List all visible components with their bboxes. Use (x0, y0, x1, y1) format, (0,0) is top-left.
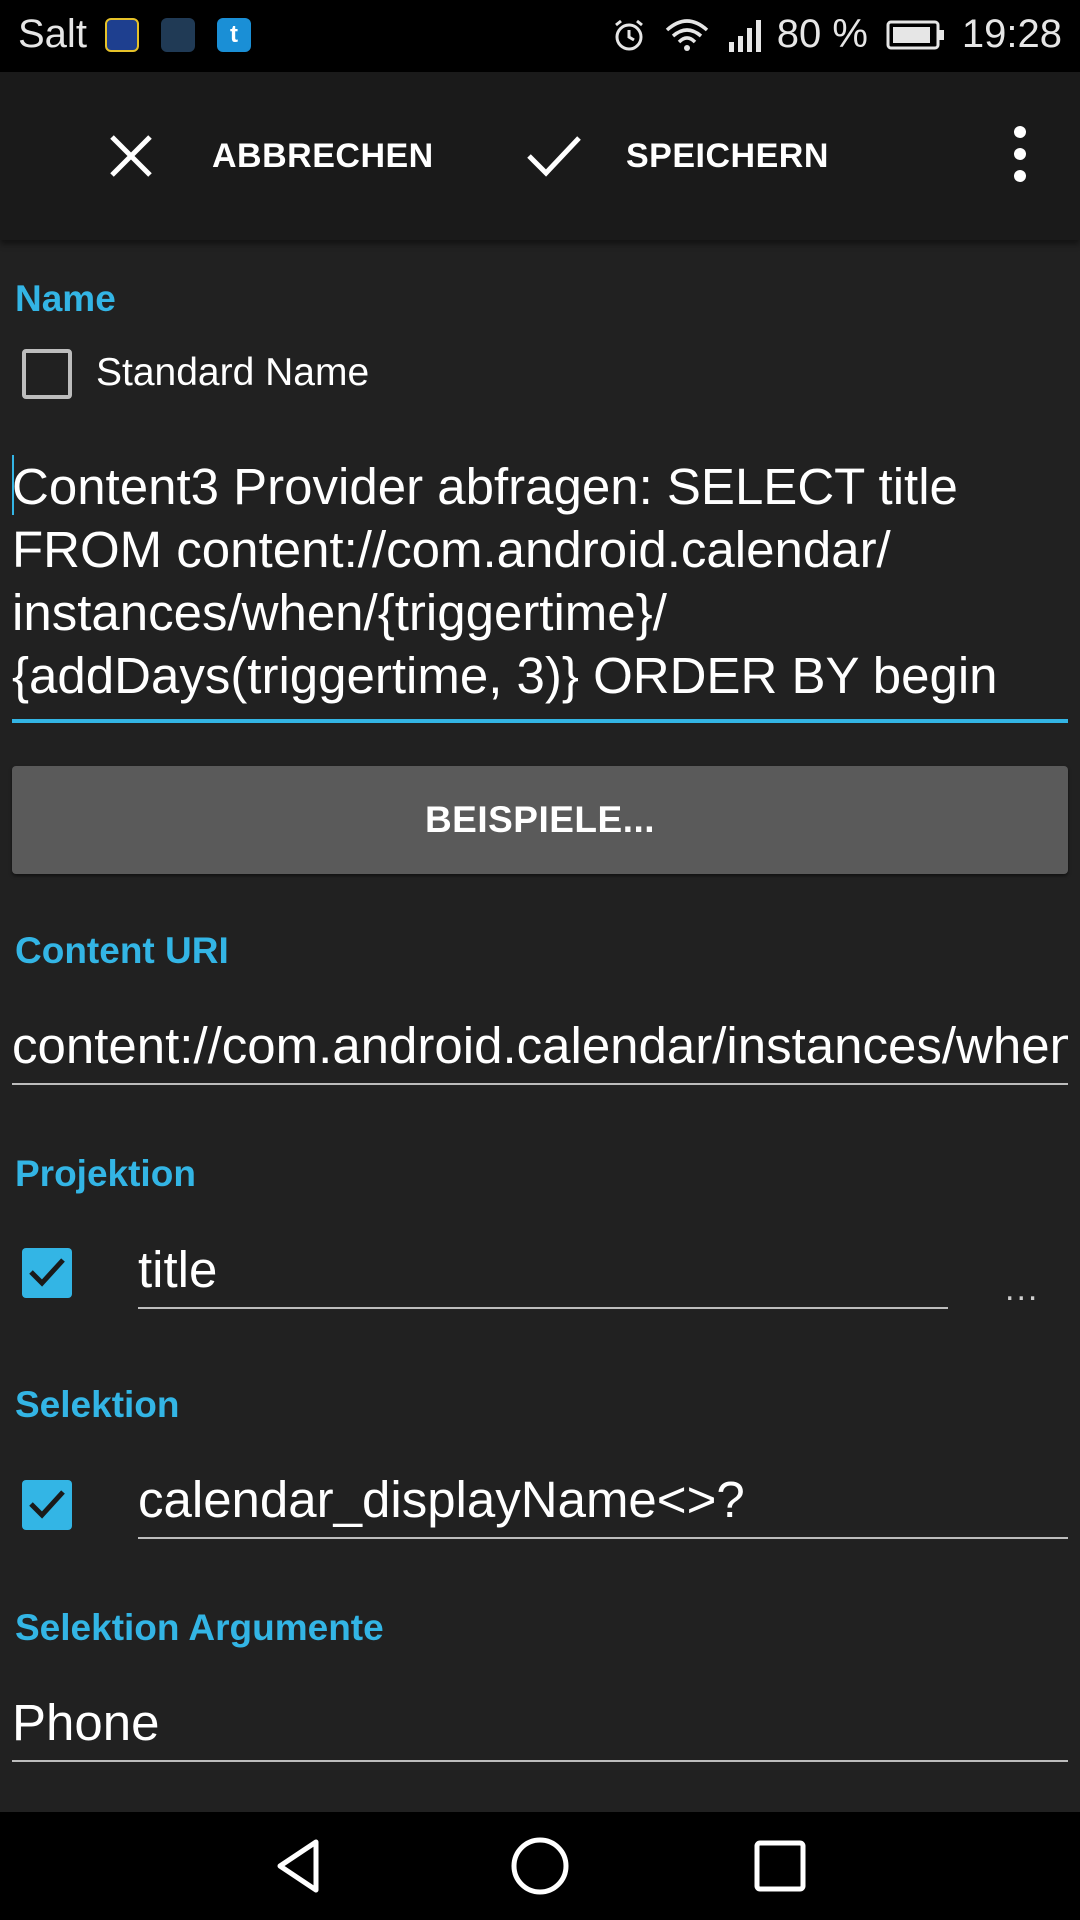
cancel-label: ABBRECHEN (212, 136, 434, 175)
save-label: SPEICHERN (626, 136, 829, 175)
checkmark-icon (29, 1490, 65, 1519)
projection-input[interactable]: title (138, 1240, 948, 1309)
checkmark-icon (527, 136, 581, 177)
text-cursor (12, 455, 14, 515)
selection-args-input[interactable]: Phone (12, 1693, 1068, 1762)
selection-label: Selektion (15, 1384, 180, 1425)
cancel-button[interactable]: ABBRECHEN (108, 72, 434, 240)
battery-percent: 80 % (776, 12, 868, 56)
clock: 19:28 (961, 12, 1062, 56)
standard-name-label: Standard Name (96, 351, 370, 394)
home-icon[interactable] (508, 1834, 572, 1898)
close-icon (110, 135, 152, 177)
back-icon[interactable] (268, 1834, 332, 1898)
projection-label: Projektion (15, 1153, 196, 1194)
selection-checkbox[interactable] (22, 1480, 72, 1530)
navigation-bar (0, 1812, 1080, 1920)
wifi-icon (665, 18, 708, 51)
status-bar: Salt t 80 % 19:28 (0, 0, 1080, 72)
signal-icon (728, 19, 761, 52)
checkmark-icon (29, 1258, 65, 1287)
overflow-menu-icon[interactable] (1000, 124, 1040, 188)
action-bar: ABBRECHEN SPEICHERN (0, 72, 1080, 240)
projection-checkbox[interactable] (22, 1248, 72, 1298)
name-input[interactable]: Content3 Provider abfragen: SELECT title… (12, 455, 1068, 723)
alarm-icon (614, 19, 643, 50)
t-app-icon: t (216, 17, 251, 52)
selection-input[interactable]: calendar_displayName<>? (138, 1470, 1068, 1539)
eu-flag-app-icon (104, 17, 139, 52)
battery-icon (886, 20, 944, 49)
carrier-name: Salt (18, 12, 87, 56)
365-app-icon (160, 17, 195, 52)
standard-name-checkbox[interactable] (22, 349, 72, 399)
content-uri-label: Content URI (15, 930, 229, 971)
recent-apps-icon[interactable] (748, 1834, 812, 1898)
save-button[interactable]: SPEICHERN (526, 72, 829, 240)
content-uri-input[interactable]: content://com.android.calendar/instances… (12, 1016, 1068, 1085)
selection-args-label: Selektion Argumente (15, 1607, 384, 1648)
name-section-label: Name (15, 278, 116, 319)
examples-button[interactable]: BEISPIELE... (12, 766, 1068, 874)
projection-more-button[interactable]: ... (1005, 1270, 1039, 1309)
